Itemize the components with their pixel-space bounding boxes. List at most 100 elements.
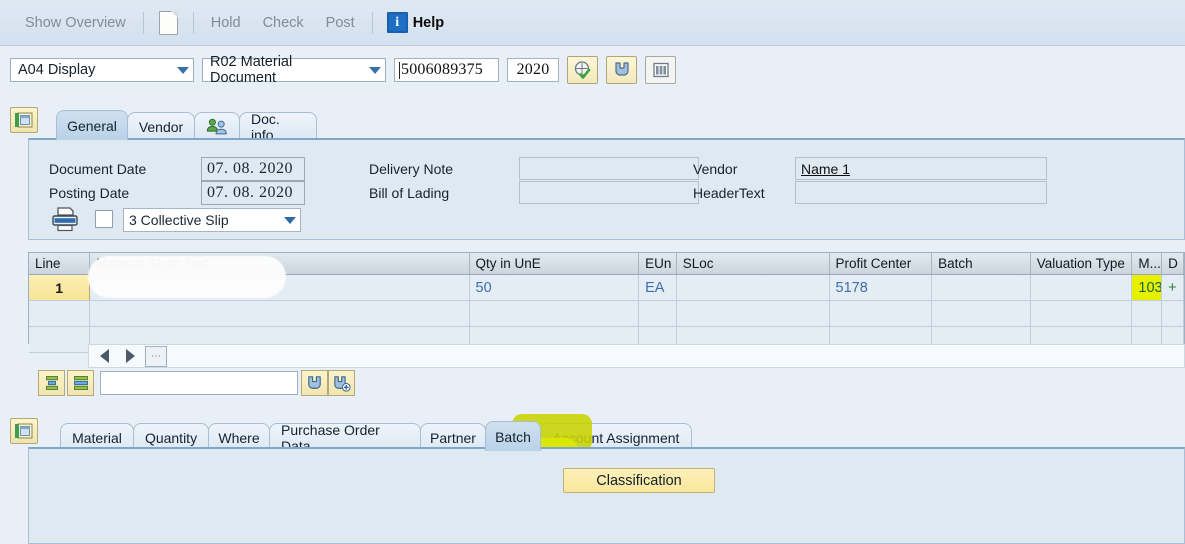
cell-profit[interactable] [829,301,933,326]
post-button[interactable]: Post [315,13,366,33]
list-view-icon[interactable] [67,370,94,396]
header-panel-toggle-icon[interactable] [10,107,38,133]
hold-button[interactable]: Hold [200,13,252,33]
cell-batch[interactable] [932,301,1031,326]
tab-vendor[interactable]: Vendor [127,112,195,140]
document-type-value: R02 Material Document [210,54,293,86]
action-mode-value: A04 Display [18,62,96,78]
document-type-dropdown[interactable]: R02 Material Document [202,54,386,86]
help-button[interactable]: Help [413,15,444,31]
tab-where-label: Where [218,429,260,446]
tab-general[interactable]: General [56,110,128,140]
classification-button-label: Classification [596,472,682,489]
column-header-eun[interactable]: EUn [639,253,677,274]
show-overview-button[interactable]: Show Overview [14,13,137,33]
find-icon[interactable] [301,370,328,396]
column-header-mvt[interactable]: M... [1132,253,1163,274]
detail-view-icon[interactable] [38,370,65,396]
grid-pager: ⋯ [88,344,1185,368]
posting-date-field[interactable]: 07. 08. 2020 [201,181,305,205]
column-header-sloc[interactable]: SLoc [677,253,830,274]
tab-material-label: Material [72,429,122,446]
cell-batch[interactable] [932,275,1031,300]
tab-partner-label: Partner [430,429,476,446]
document-date-label: Document Date [49,161,147,177]
cell-line[interactable] [29,301,91,326]
command-bar: A04 Display R02 Material Document 500608… [0,47,1185,93]
cell-eun[interactable] [639,301,677,326]
grid-display-icon[interactable] [645,56,676,84]
chevron-down-icon [284,216,296,224]
toolbar-separator-1 [142,11,144,34]
cell-matshort[interactable] [90,301,470,326]
tab-vendor-label: Vendor [138,118,184,135]
print-version-dropdown[interactable]: 3 Collective Slip [123,208,301,232]
bill-of-lading-field[interactable] [519,181,699,204]
table-row[interactable] [29,301,1184,327]
document-date-field[interactable]: 07. 08. 2020 [201,157,305,181]
vendor-field[interactable]: Name 1 [795,157,1047,180]
toolbar-separator-3 [371,11,373,34]
tab-doc-info[interactable]: Doc. info [239,111,317,143]
document-number-input[interactable]: 5006089375 [394,58,499,82]
posting-date-value: 07. 08. 2020 [207,184,293,201]
cell-valtype[interactable] [1030,301,1133,326]
document-number-value: 5006089375 [401,61,483,78]
tab-account-assignment-label: Account Assignment [552,429,680,446]
application-toolbar: Show Overview Hold Check Post i Help [0,0,1185,46]
fiscal-year-input[interactable]: 2020 [507,58,559,82]
detail-panel-body: Classification [28,447,1185,544]
next-arrow-icon[interactable] [119,345,141,367]
column-header-line[interactable]: Line [29,253,91,274]
cell-mvt[interactable]: 103 [1132,275,1163,300]
grid-search-input[interactable] [100,371,298,395]
toolbar-separator-2 [192,11,194,34]
redaction-overlay [88,256,286,298]
cell-valtype[interactable] [1030,275,1133,300]
check-button[interactable]: Check [252,13,315,33]
cell-dbt[interactable] [1162,301,1184,326]
printer-icon[interactable] [49,207,79,233]
cell-sloc[interactable] [676,275,830,300]
fiscal-year-value: 2020 [516,61,550,78]
vendor-label: Vendor [693,161,738,177]
execute-check-icon[interactable] [567,56,598,84]
grid-search-bar [38,370,355,396]
cell-sloc[interactable] [676,301,830,326]
column-header-batch[interactable]: Batch [932,253,1031,274]
partners-icon [206,118,227,135]
prev-arrow-icon[interactable] [93,345,115,367]
tab-partners[interactable] [194,112,240,140]
header-text-field[interactable] [795,181,1047,204]
action-mode-dropdown[interactable]: A04 Display [10,58,194,82]
cell-line[interactable]: 1 [29,275,91,300]
info-icon[interactable]: i [386,12,408,33]
tab-batch[interactable]: Batch [485,421,541,451]
chevron-down-icon [177,66,189,74]
document-icon[interactable] [158,10,178,35]
cell-mvt[interactable] [1132,301,1163,326]
print-checkbox[interactable] [95,210,113,228]
delivery-note-field[interactable] [519,157,699,180]
chevron-down-icon [369,66,381,74]
header-panel-body: Document Date 07. 08. 2020 Posting Date … [28,138,1185,240]
cell-qty[interactable] [469,301,640,326]
cell-line[interactable] [29,327,91,352]
find-next-icon[interactable] [328,370,355,396]
cell-qty[interactable]: 50 [469,275,640,300]
column-header-valtype[interactable]: Valuation Type [1031,253,1133,274]
more-dots-icon[interactable]: ⋯ [145,345,167,367]
detail-panel-toggle-icon[interactable] [10,418,38,444]
column-header-qty[interactable]: Qty in UnE [470,253,640,274]
classification-button[interactable]: Classification [563,468,715,493]
vendor-value: Name 1 [801,160,851,177]
cell-profit[interactable]: 5178 [829,275,933,300]
sap-gui-window: Show Overview Hold Check Post i Help A04… [0,0,1185,544]
column-header-dbt[interactable]: D [1162,253,1184,274]
cell-eun[interactable]: EA [639,275,677,300]
find-icon[interactable] [606,56,637,84]
cell-dbt[interactable]: + [1162,275,1184,300]
header-tabstrip: General Vendor Doc. info [56,110,317,143]
column-header-profit[interactable]: Profit Center [830,253,933,274]
print-version-value: 3 Collective Slip [129,212,229,228]
